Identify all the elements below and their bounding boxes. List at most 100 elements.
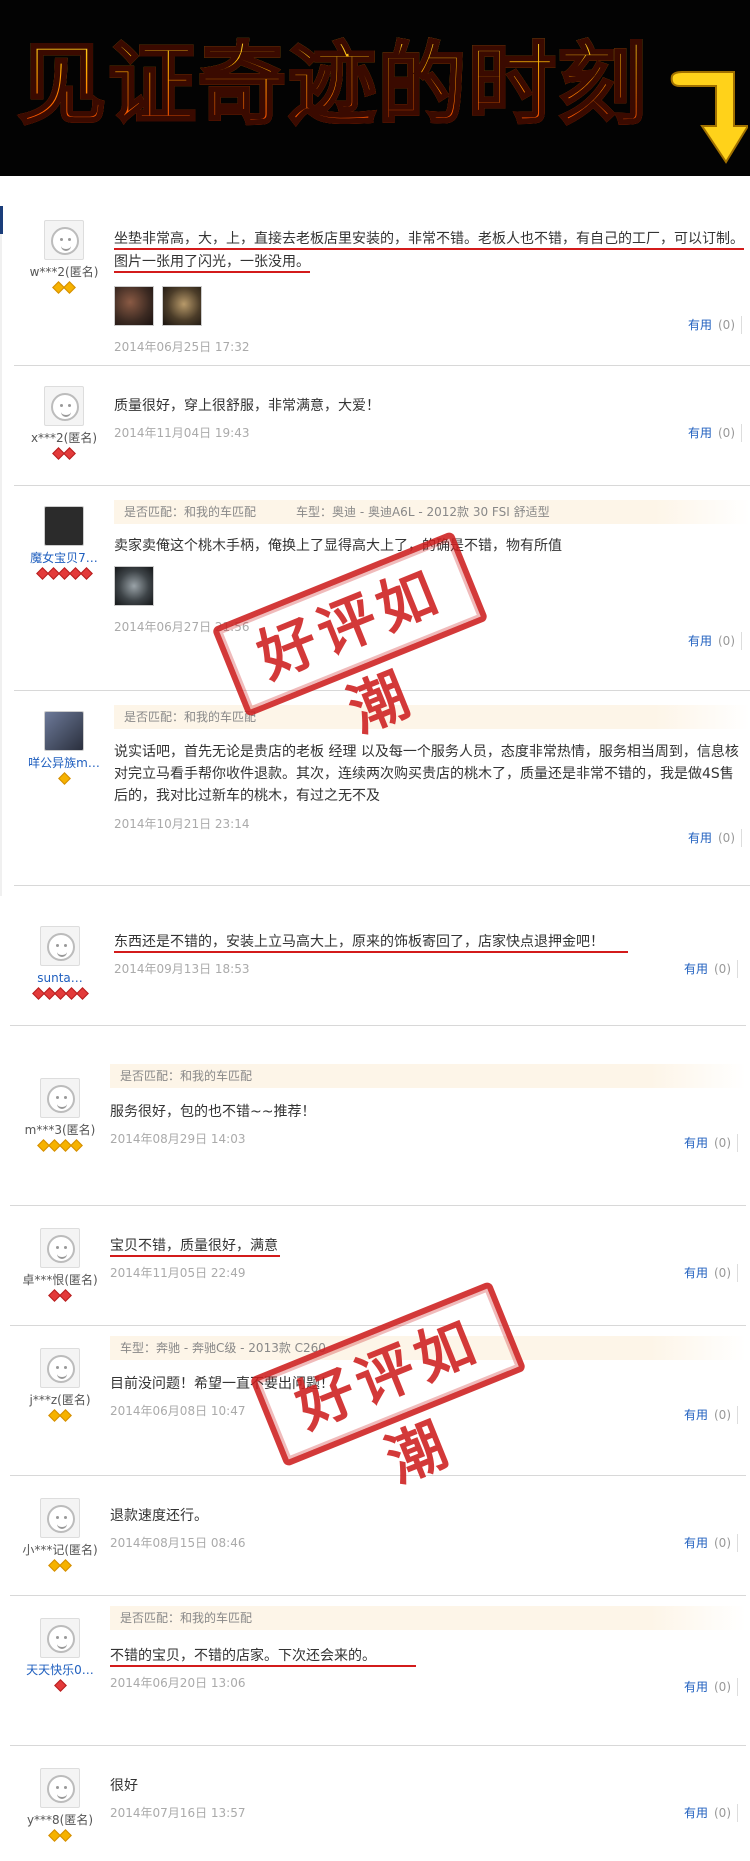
reviewer-nickname[interactable]: 咩公异族m… bbox=[14, 755, 114, 771]
useful-button[interactable]: 有用 (0) bbox=[684, 1134, 738, 1152]
reviewer-badges bbox=[14, 567, 114, 580]
review-item: sunta… 东西还是不错的，安装上立马高大上，原来的饰板寄回了，店家快点退押金… bbox=[10, 906, 746, 1026]
useful-button[interactable]: 有用 (0) bbox=[684, 960, 738, 978]
reviewer-nickname: j***z(匿名) bbox=[29, 1393, 91, 1407]
review-item: x***2(匿名) 质量很好，穿上很舒服，非常满意，大爱！ 2014年11月04… bbox=[14, 366, 750, 486]
reviewer-info: 天天快乐0… bbox=[10, 1618, 110, 1692]
avatar[interactable] bbox=[44, 711, 84, 751]
review-item: 天天快乐0… 是否匹配：和我的车匹配 不错的宝贝，不错的店家。下次还会来的。 2… bbox=[10, 1596, 746, 1746]
red-heart-diamond-icon bbox=[53, 1679, 67, 1692]
review-text: 东西还是不错的，安装上立马高大上，原来的饰板寄回了，店家快点退押金吧！ bbox=[114, 934, 628, 953]
useful-count: (0) bbox=[714, 962, 731, 976]
reviewer-badges bbox=[10, 1139, 110, 1152]
useful-button[interactable]: 有用 (0) bbox=[684, 1406, 738, 1424]
reviewer-nickname[interactable]: sunta… bbox=[10, 970, 110, 986]
avatar[interactable] bbox=[40, 1348, 80, 1388]
down-arrow-icon bbox=[670, 71, 748, 164]
useful-button[interactable]: 有用 (0) bbox=[688, 632, 742, 650]
review-content: 不错的宝贝，不错的店家。下次还会来的。 bbox=[110, 1646, 746, 1667]
reviewer-badges bbox=[10, 1829, 110, 1842]
smiley-avatar-icon bbox=[51, 393, 79, 421]
review-item: y***8(匿名) 很好 2014年07月16日 13:57 有用 (0) bbox=[10, 1746, 746, 1861]
useful-button[interactable]: 有用 (0) bbox=[684, 1678, 738, 1696]
useful-count: (0) bbox=[714, 1408, 731, 1422]
reviewer-badges bbox=[10, 1559, 110, 1572]
reviewer-nickname: 卓***恨(匿名) bbox=[22, 1273, 98, 1287]
review-photo[interactable] bbox=[114, 286, 154, 326]
useful-label: 有用 bbox=[683, 1536, 708, 1550]
useful-count: (0) bbox=[718, 831, 735, 845]
reviewer-info: 小***记(匿名) bbox=[10, 1498, 110, 1572]
review-date: 2014年10月21日 23:14 bbox=[114, 817, 250, 831]
avatar[interactable] bbox=[40, 1618, 80, 1658]
useful-label: 有用 bbox=[687, 426, 712, 440]
reviewer-badges bbox=[14, 281, 114, 294]
useful-button[interactable]: 有用 (0) bbox=[684, 1534, 738, 1552]
reviewer-nickname: w***2(匿名) bbox=[29, 265, 99, 279]
review-content: 东西还是不错的，安装上立马高大上，原来的饰板寄回了，店家快点退押金吧！ bbox=[114, 932, 750, 953]
avatar[interactable] bbox=[40, 1078, 80, 1118]
avatar[interactable] bbox=[44, 220, 84, 260]
meta-car-model: 车型：奥迪 - 奥迪A6L - 2012款 30 FSI 舒适型 bbox=[296, 505, 550, 519]
useful-button[interactable]: 有用 (0) bbox=[688, 424, 742, 442]
reviewer-nickname: 小***记(匿名) bbox=[22, 1543, 98, 1557]
useful-button[interactable]: 有用 (0) bbox=[684, 1804, 738, 1822]
reviewer-nickname: x***2(匿名) bbox=[30, 431, 98, 445]
review-photo[interactable] bbox=[114, 566, 154, 606]
reviewer-nickname[interactable]: 魔女宝贝7… bbox=[14, 550, 114, 566]
side-rail bbox=[0, 206, 6, 896]
avatar[interactable] bbox=[40, 1498, 80, 1538]
avatar[interactable] bbox=[40, 1228, 80, 1268]
meta-car-model: 车型：奔驰 - 奔驰C级 - 2013款 C260 bbox=[120, 1341, 326, 1355]
useful-button[interactable]: 有用 (0) bbox=[684, 1264, 738, 1282]
meta-match: 是否匹配：和我的车匹配 bbox=[120, 1611, 253, 1625]
reviewer-info: w***2(匿名) bbox=[14, 220, 114, 294]
reviewer-info: x***2(匿名) bbox=[14, 386, 114, 460]
review-feed: w***2(匿名) 坐垫非常高，大，上，直接去老板店里安装的，非常不错。老板人也… bbox=[0, 176, 750, 1861]
reviewer-nickname[interactable]: 天天快乐0… bbox=[10, 1662, 110, 1678]
review-meta: 是否匹配：和我的车匹配 bbox=[110, 1064, 746, 1088]
avatar[interactable] bbox=[40, 926, 80, 966]
review-text: 坐垫非常高，大，上，直接去老板店里安装的，非常不错。老板人也不错，有自己的工厂，… bbox=[114, 231, 744, 273]
review-date: 2014年06月25日 17:32 bbox=[114, 340, 250, 354]
useful-button[interactable]: 有用 (0) bbox=[688, 316, 742, 334]
smiley-avatar-icon bbox=[47, 1085, 75, 1113]
meta-match: 是否匹配：和我的车匹配 bbox=[124, 505, 257, 519]
review-text: 退款速度还行。 bbox=[110, 1508, 208, 1524]
review-photo[interactable] bbox=[162, 286, 202, 326]
review-text: 宝贝不错，质量很好，满意 bbox=[110, 1238, 280, 1257]
review-meta: 是否匹配：和我的车匹配 车型：奥迪 - 奥迪A6L - 2012款 30 FSI … bbox=[114, 500, 750, 524]
reviewer-info: 魔女宝贝7… bbox=[14, 506, 114, 580]
review-item: 卓***恨(匿名) 宝贝不错，质量很好，满意 2014年11月05日 22:49… bbox=[10, 1206, 746, 1326]
review-date: 2014年11月05日 22:49 bbox=[110, 1266, 246, 1280]
reviewer-badges bbox=[10, 1409, 110, 1422]
smiley-avatar-icon bbox=[47, 1235, 75, 1263]
meta-match: 是否匹配：和我的车匹配 bbox=[120, 1069, 253, 1083]
avatar[interactable] bbox=[44, 386, 84, 426]
reviewer-info: 咩公异族m… bbox=[14, 711, 114, 785]
smiley-avatar-icon bbox=[47, 1505, 75, 1533]
avatar[interactable] bbox=[44, 506, 84, 546]
useful-count: (0) bbox=[714, 1136, 731, 1150]
smiley-avatar-icon bbox=[51, 227, 79, 255]
useful-label: 有用 bbox=[683, 1136, 708, 1150]
review-item: m***3(匿名) 是否匹配：和我的车匹配 服务很好，包的也不错~~推荐！ 20… bbox=[10, 1026, 746, 1206]
smiley-avatar-icon bbox=[47, 1625, 75, 1653]
review-date: 2014年07月16日 13:57 bbox=[110, 1806, 246, 1820]
useful-count: (0) bbox=[714, 1266, 731, 1280]
review-content: 宝贝不错，质量很好，满意 bbox=[110, 1236, 746, 1257]
reviewer-info: 卓***恨(匿名) bbox=[10, 1228, 110, 1302]
gold-diamond-icon bbox=[57, 772, 71, 785]
meta-match: 是否匹配：和我的车匹配 bbox=[124, 710, 257, 724]
avatar[interactable] bbox=[40, 1768, 80, 1808]
useful-label: 有用 bbox=[683, 1806, 708, 1820]
promo-banner: 见证奇迹的时刻 bbox=[0, 0, 750, 176]
gold-diamond-icon bbox=[59, 1409, 72, 1422]
useful-label: 有用 bbox=[683, 1680, 708, 1694]
reviewer-nickname: m***3(匿名) bbox=[24, 1123, 96, 1137]
useful-count: (0) bbox=[718, 426, 735, 440]
reviewer-nickname: y***8(匿名) bbox=[26, 1813, 94, 1827]
review-date: 2014年11月04日 19:43 bbox=[114, 426, 250, 440]
useful-button[interactable]: 有用 (0) bbox=[688, 829, 742, 847]
useful-count: (0) bbox=[714, 1536, 731, 1550]
